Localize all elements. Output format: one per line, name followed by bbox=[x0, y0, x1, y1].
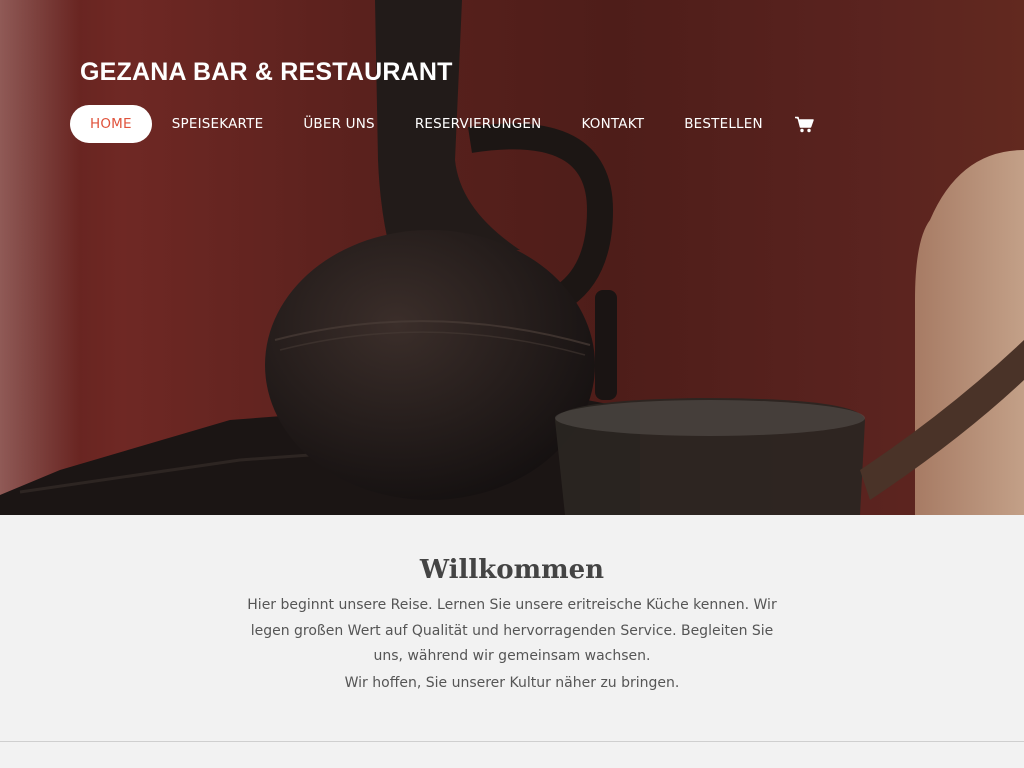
welcome-section: Willkommen Hier beginnt unsere Reise. Le… bbox=[0, 515, 1024, 741]
nav-home[interactable]: HOME bbox=[70, 105, 152, 143]
site-title[interactable]: GEZANA BAR & RESTAURANT bbox=[80, 58, 453, 87]
hero-banner: GEZANA BAR & RESTAURANT HOME SPEISEKARTE… bbox=[0, 0, 1024, 515]
welcome-heading: Willkommen bbox=[419, 555, 605, 585]
nav-ueber-uns[interactable]: ÜBER UNS bbox=[283, 105, 395, 143]
nav-kontakt[interactable]: KONTAKT bbox=[561, 105, 664, 143]
welcome-paragraph-culture: Wir hoffen, Sie unserer Kultur näher zu … bbox=[344, 675, 680, 691]
nav-bestellen[interactable]: BESTELLEN bbox=[664, 105, 783, 143]
nav-reservierungen[interactable]: RESERVIERUNGEN bbox=[395, 105, 562, 143]
cart-icon[interactable] bbox=[795, 114, 815, 134]
welcome-paragraph: Hier beginnt unsere Reise. Lernen Sie un… bbox=[247, 597, 777, 664]
section-divider bbox=[0, 741, 1024, 742]
main-navigation: HOME SPEISEKARTE ÜBER UNS RESERVIERUNGEN… bbox=[70, 105, 815, 143]
nav-speisekarte[interactable]: SPEISEKARTE bbox=[152, 105, 284, 143]
